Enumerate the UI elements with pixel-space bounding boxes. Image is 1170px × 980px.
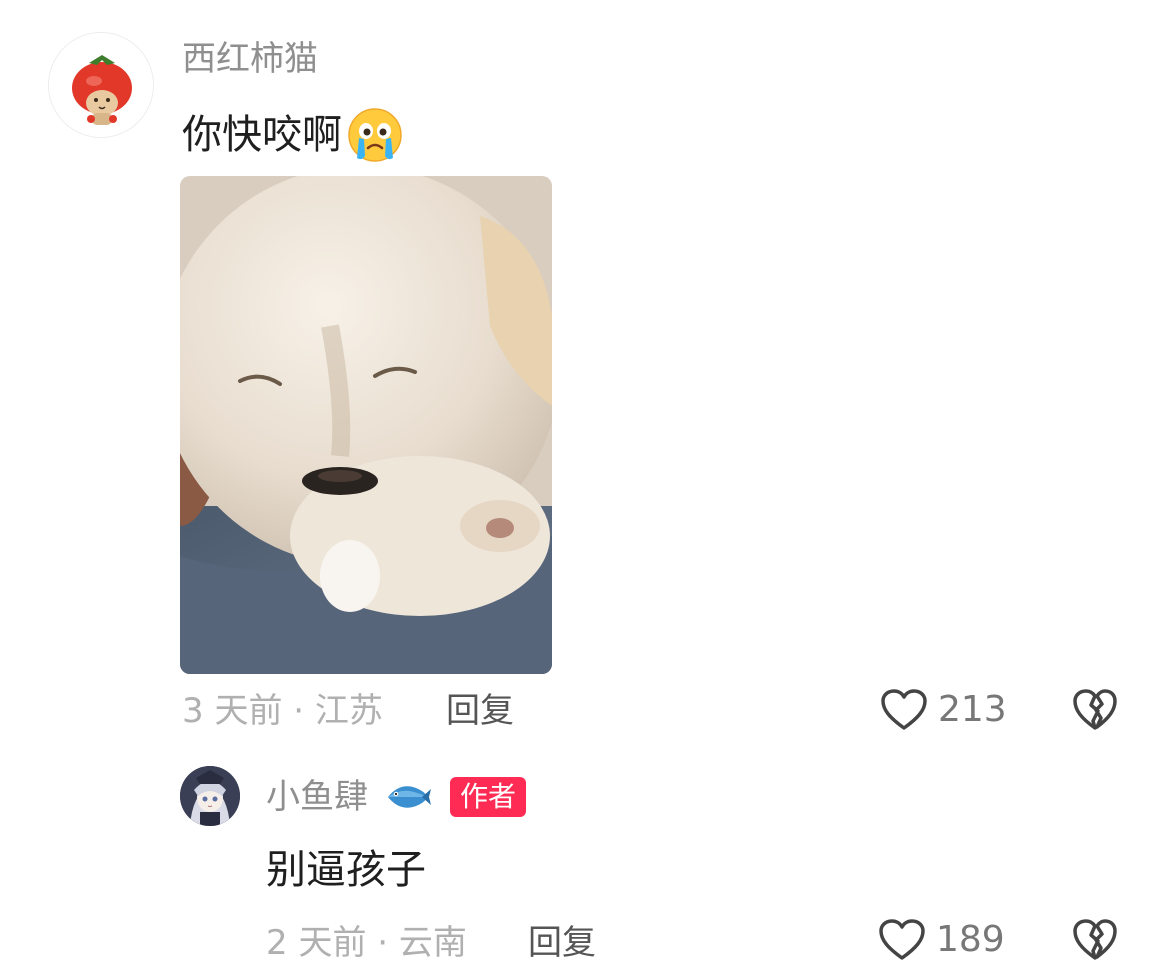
comment-thread: 西红柿猫 你快咬啊 3 天前 · 江苏 回复 213 小鱼肆 作者 别逼孩子 2… [0,0,1170,980]
anime-girl-icon [180,766,240,826]
heart-icon [879,919,925,960]
crying-face-icon [348,108,402,162]
dislike-button[interactable] [1072,688,1118,736]
avatar[interactable] [48,32,154,138]
like-count: 189 [936,919,1005,960]
puppy-photo [180,176,552,674]
reply-button[interactable]: 回复 [528,926,596,960]
avatar[interactable] [180,766,240,826]
broken-heart-icon [1073,689,1117,730]
reply-button[interactable]: 回复 [446,694,514,728]
comment-text: 你快咬啊 [182,106,404,164]
like-button[interactable]: 213 [880,688,1007,732]
comment-meta: 3 天前 · 江苏 [182,691,383,731]
like-button[interactable]: 189 [878,918,1005,962]
comment-image[interactable] [180,176,552,674]
comment-username[interactable]: 西红柿猫 [182,42,318,76]
heart-icon [881,689,927,730]
broken-heart-icon [1073,919,1117,960]
reply-meta: 2 天前 · 云南 [266,923,467,963]
dislike-button[interactable] [1072,918,1118,966]
author-badge: 作者 [450,777,527,817]
comment-text-content: 你快咬啊 [182,112,342,158]
fish-icon [388,786,431,808]
reply-username[interactable]: 小鱼肆 [266,780,368,814]
tomato-cat-icon [49,33,153,137]
like-count: 213 [938,689,1007,730]
reply-text: 别逼孩子 [266,847,426,893]
